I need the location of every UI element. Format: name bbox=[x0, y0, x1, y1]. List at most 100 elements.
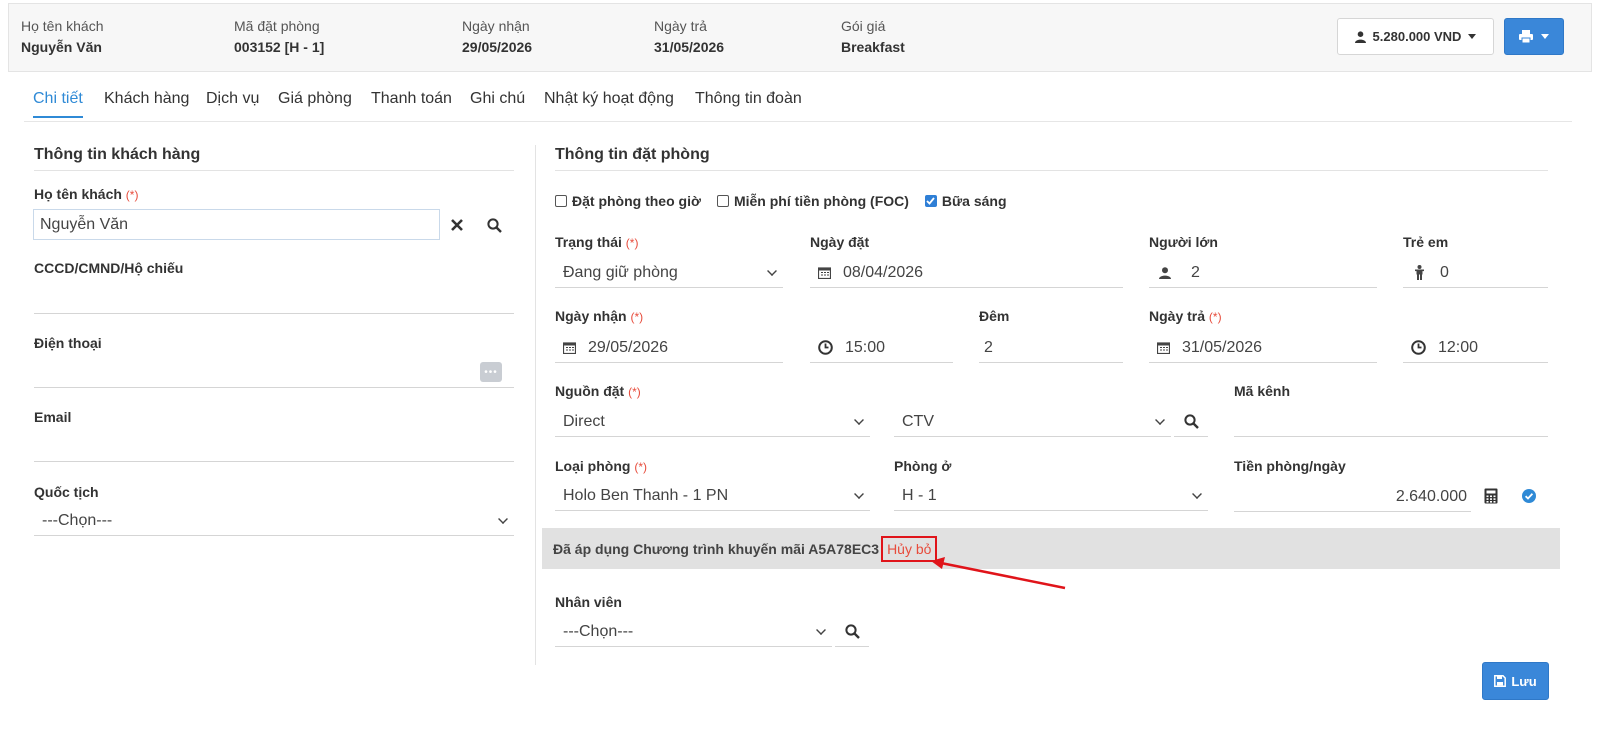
tab-group-info[interactable]: Thông tin đoàn bbox=[695, 90, 802, 108]
more-options-icon[interactable]: ••• bbox=[480, 362, 502, 382]
room-type-label-text: Loại phòng bbox=[555, 458, 631, 474]
checkout-date-input[interactable]: 31/05/2026 bbox=[1149, 333, 1377, 363]
room-value: H - 1 bbox=[902, 486, 937, 504]
summary-rate-value: Breakfast bbox=[841, 39, 905, 55]
daily-rate-label: Tiền phòng/ngày bbox=[1234, 458, 1346, 474]
calculator-button[interactable] bbox=[1481, 486, 1501, 506]
nationality-select[interactable]: ---Chọn--- bbox=[34, 506, 514, 536]
summary-guest-label: Họ tên khách bbox=[21, 18, 104, 34]
clock-icon bbox=[1411, 340, 1426, 355]
annotation-arrow bbox=[931, 557, 1066, 590]
guest-name-value: Nguyễn Văn bbox=[40, 215, 129, 233]
adults-input[interactable]: 2 bbox=[1149, 258, 1377, 288]
status-value: Đang giữ phòng bbox=[563, 263, 678, 281]
id-number-input[interactable] bbox=[34, 284, 514, 314]
required-mark: (*) bbox=[1208, 310, 1222, 324]
adults-value: 2 bbox=[1191, 263, 1200, 281]
summary-booking-value: 003152 [H - 1] bbox=[234, 39, 325, 55]
phone-label: Điện thoại bbox=[34, 335, 102, 351]
phone-input[interactable] bbox=[34, 358, 514, 388]
room-type-select[interactable]: Holo Ben Thanh - 1 PN bbox=[555, 481, 870, 511]
checkin-time-input[interactable]: 15:00 bbox=[810, 333, 953, 363]
check-circle-icon bbox=[1522, 489, 1536, 503]
daily-rate-input[interactable]: 2.640.000 bbox=[1234, 482, 1471, 512]
checkout-label-text: Ngày trả bbox=[1149, 308, 1206, 324]
breakfast-label: Bữa sáng bbox=[941, 193, 1007, 209]
status-select[interactable]: Đang giữ phòng bbox=[555, 258, 783, 288]
summary-checkin-value: 29/05/2026 bbox=[462, 39, 533, 55]
checkin-date-input[interactable]: 29/05/2026 bbox=[555, 333, 783, 363]
breakfast-checkbox[interactable]: Bữa sáng bbox=[924, 193, 1007, 209]
source-label: Nguồn đặt (*) bbox=[555, 383, 641, 399]
chevron-down-icon bbox=[498, 513, 508, 524]
summary-rate-label: Gói giá bbox=[841, 18, 886, 34]
summary-booking-label: Mã đặt phòng bbox=[234, 18, 320, 34]
foc-checkbox[interactable]: Miễn phí tiền phòng (FOC) bbox=[716, 193, 909, 209]
booked-date-value: 08/04/2026 bbox=[843, 263, 924, 281]
nights-input[interactable]: 2 bbox=[979, 333, 1123, 363]
calendar-icon bbox=[563, 341, 576, 354]
tab-payments[interactable]: Thanh toán bbox=[371, 90, 452, 108]
chevron-down-icon bbox=[1155, 414, 1165, 425]
clear-guest-button[interactable] bbox=[447, 215, 467, 235]
children-label: Trẻ em bbox=[1403, 234, 1449, 250]
detail-tabs: Chi tiết Khách hàng Dịch vụ Giá phòng Th… bbox=[24, 88, 1572, 122]
source-label-text: Nguồn đặt bbox=[555, 383, 625, 399]
total-amount-dropdown[interactable]: 5.280.000 VND bbox=[1337, 18, 1494, 55]
booked-date-input[interactable]: 08/04/2026 bbox=[810, 258, 1123, 288]
print-dropdown-button[interactable] bbox=[1504, 18, 1564, 55]
id-number-label: CCCD/CMND/Hộ chiếu bbox=[34, 260, 184, 276]
summary-booking-code: Mã đặt phòng 003152 [H - 1] bbox=[234, 18, 324, 55]
user-icon bbox=[1159, 266, 1171, 279]
search-staff-button[interactable] bbox=[835, 617, 869, 647]
guest-name-label-text: Họ tên khách bbox=[34, 186, 122, 202]
booking-section-divider bbox=[555, 170, 1548, 171]
source-sub-select[interactable]: CTV bbox=[894, 407, 1171, 437]
calculator-icon bbox=[1484, 488, 1498, 504]
tab-room-rates[interactable]: Giá phòng bbox=[278, 90, 352, 108]
checkin-label-text: Ngày nhận bbox=[555, 308, 627, 324]
email-input[interactable] bbox=[34, 432, 514, 462]
staff-select[interactable]: ---Chọn--- bbox=[555, 617, 832, 647]
save-button[interactable]: Lưu bbox=[1482, 662, 1549, 700]
tab-notes[interactable]: Ghi chú bbox=[470, 90, 525, 108]
checkbox-unchecked-icon bbox=[716, 195, 729, 207]
booking-section-title: Thông tin đặt phòng bbox=[555, 146, 710, 163]
nights-label: Đêm bbox=[979, 308, 1010, 324]
promotion-text: Đã áp dụng Chương trình khuyến mãi A5A78… bbox=[553, 540, 880, 557]
required-mark: (*) bbox=[630, 310, 644, 324]
hourly-booking-checkbox[interactable]: Đặt phòng theo giờ bbox=[555, 193, 701, 209]
tab-activity-log[interactable]: Nhật ký hoạt động bbox=[544, 90, 674, 108]
tab-customers[interactable]: Khách hàng bbox=[104, 90, 189, 108]
tab-services[interactable]: Dịch vụ bbox=[206, 90, 259, 108]
save-icon bbox=[1494, 675, 1507, 687]
checkin-date-value: 29/05/2026 bbox=[588, 338, 669, 356]
checkout-time-input[interactable]: 12:00 bbox=[1403, 333, 1548, 363]
channel-code-input[interactable] bbox=[1234, 407, 1548, 437]
customer-section-divider bbox=[34, 170, 514, 171]
email-label: Email bbox=[34, 409, 72, 425]
source-sub-value: CTV bbox=[902, 412, 934, 430]
calendar-icon bbox=[818, 266, 831, 279]
nationality-label: Quốc tịch bbox=[34, 484, 99, 500]
chevron-down-icon bbox=[1192, 488, 1202, 499]
summary-rate-plan: Gói giá Breakfast bbox=[841, 18, 905, 55]
checkbox-unchecked-icon bbox=[555, 195, 567, 207]
confirm-rate-button[interactable] bbox=[1519, 486, 1539, 506]
search-guest-button[interactable] bbox=[483, 214, 505, 236]
chevron-down-icon bbox=[767, 265, 777, 276]
summary-checkin: Ngày nhận 29/05/2026 bbox=[462, 18, 532, 55]
children-value: 0 bbox=[1440, 263, 1449, 281]
required-mark: (*) bbox=[125, 188, 139, 202]
children-input[interactable]: 0 bbox=[1403, 258, 1548, 288]
search-source-button[interactable] bbox=[1174, 407, 1208, 437]
source-select[interactable]: Direct bbox=[555, 407, 870, 437]
booked-date-label: Ngày đặt bbox=[810, 234, 870, 250]
room-select[interactable]: H - 1 bbox=[894, 481, 1208, 511]
checkout-date-value: 31/05/2026 bbox=[1182, 338, 1263, 356]
summary-checkout-label: Ngày trả bbox=[654, 18, 707, 34]
tab-details[interactable]: Chi tiết bbox=[33, 90, 83, 118]
summary-guest: Họ tên khách Nguyễn Văn bbox=[21, 18, 104, 55]
chevron-down-icon bbox=[1541, 34, 1549, 39]
guest-name-input[interactable]: Nguyễn Văn bbox=[33, 209, 440, 240]
